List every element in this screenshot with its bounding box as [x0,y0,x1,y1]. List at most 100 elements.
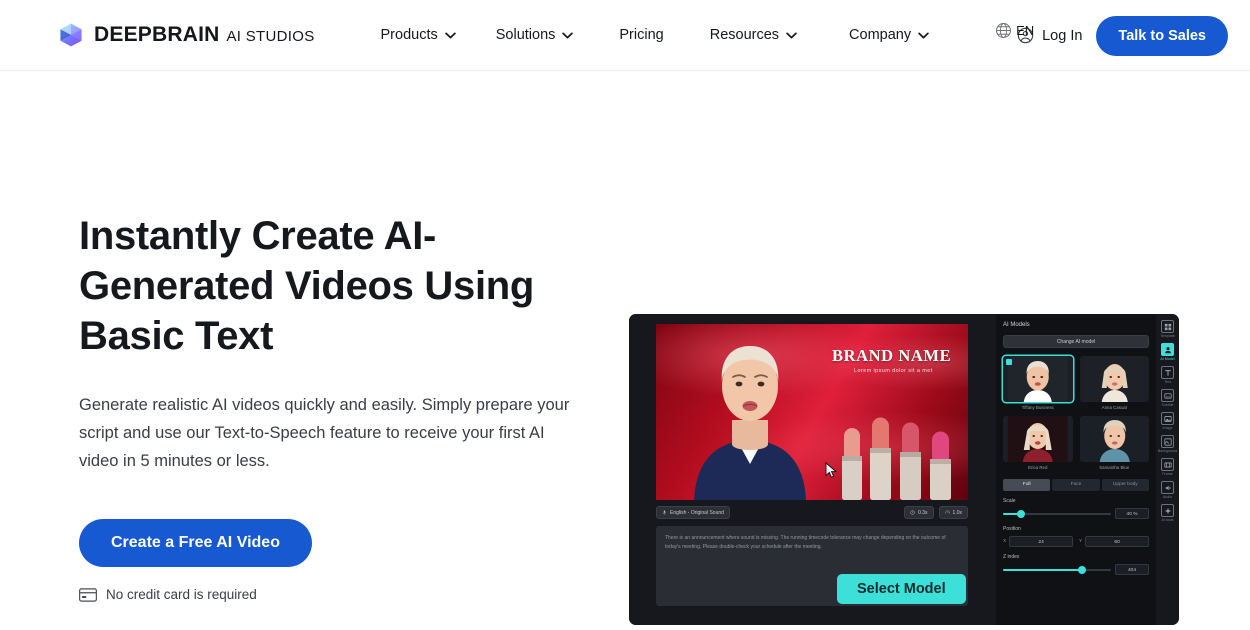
main-navigation: Products Solutions Pricing Resources Com… [377,21,934,49]
audio-icon [1161,481,1174,494]
model-card-0[interactable]: Tiffany Business [1003,356,1073,410]
editor-canvas-area: BRAND NAME Lorem ipsum dolor sit a met E… [629,314,996,625]
language-switcher[interactable]: EN [995,22,1034,39]
rail-item-ai-tools[interactable]: AI tools [1157,504,1178,523]
nav-item-company[interactable]: Company [845,21,933,49]
brand-name: DEEPBRAIN [94,23,220,46]
nav-item-pricing[interactable]: Pricing [615,21,667,49]
scale-slider[interactable] [1003,509,1111,518]
model-avatar-image [1084,416,1145,462]
globe-icon [995,22,1012,39]
hero-copy: Instantly Create AI-Generated Videos Usi… [79,211,599,602]
scale-control: 40 % [1003,508,1149,519]
frame-icon [1161,458,1174,471]
z-index-knob[interactable] [1077,565,1086,574]
z-index-control: 404 [1003,564,1149,575]
z-index-fill [1003,568,1082,571]
credit-card-icon [79,587,97,602]
change-ai-model-button[interactable]: Change AI model [1003,335,1149,348]
talk-to-sales-button[interactable]: Talk to Sales [1096,15,1228,56]
model-card-2[interactable]: Erica Red [1003,416,1073,470]
stage-toolbar: English - Original Sound 0.3s 1.0x [656,504,968,521]
ai-models-panel: AI Models Change AI model Tiffany Busine… [996,314,1156,625]
rail-item-frame[interactable]: Frame [1157,458,1178,477]
ai-model-icon [1161,343,1174,356]
position-label: Position [1003,526,1021,532]
tab-face[interactable]: Face [1052,479,1100,491]
chevron-down-icon [444,32,456,39]
z-index-label: Z index [1003,554,1020,560]
model-card-3[interactable]: Samantha Blue [1079,416,1149,470]
rail-label-template: Template [1160,334,1175,338]
z-index-slider[interactable] [1003,565,1111,574]
product-mockup: BRAND NAME Lorem ipsum dolor sit a met E… [629,314,1179,625]
position-control: X 24 Y 60 [1003,536,1149,547]
rail-item-subtitle[interactable]: Subtitle [1157,389,1178,408]
nav-item-solutions[interactable]: Solutions [492,21,578,49]
rail-label-ai-tools: AI tools [1161,518,1174,522]
duration-chip[interactable]: 0.3s [904,506,934,519]
no-credit-card-note: No credit card is required [79,587,599,602]
rail-item-audio[interactable]: Audio [1157,481,1178,500]
chevron-down-icon [918,32,929,39]
tab-full[interactable]: Full [1003,479,1051,491]
model-thumbnail [1003,356,1073,402]
ai-tools-icon [1161,504,1174,517]
view-mode-tabs: Full Face Upper body [1003,479,1149,491]
position-x-input[interactable]: 24 [1009,536,1073,547]
scale-value[interactable]: 40 % [1115,508,1149,519]
position-x-field: X 24 [1003,536,1073,547]
position-y-axis-label: Y [1079,539,1083,544]
panel-title: AI Models [1003,322,1030,328]
stage-brand-title: BRAND NAME [832,346,952,365]
nav-label-company: Company [849,27,912,43]
rail-label-frame: Frame [1162,472,1173,476]
model-avatar-image [1007,416,1068,462]
position-y-input[interactable]: 60 [1085,536,1149,547]
login-label: Log In [1042,27,1083,44]
duration-label: 0.3s [918,509,928,516]
select-model-button[interactable]: Select Model [837,574,966,604]
speed-icon [944,510,950,515]
hero-subtext: Generate realistic AI videos quickly and… [79,396,570,470]
brand-subname: AI STUDIOS [226,28,315,45]
position-y-field: Y 60 [1079,536,1149,547]
nav-label-pricing: Pricing [619,27,664,43]
tab-upper-body[interactable]: Upper body [1101,479,1149,491]
speed-chip[interactable]: 1.0x [938,506,968,519]
speed-label: 1.0x [952,509,962,516]
clock-icon [910,510,915,515]
create-free-ai-video-button[interactable]: Create a Free AI Video [79,519,312,567]
editor-tool-rail: Template AI Model Text Subtitle Image Ba… [1156,314,1179,625]
model-card-1[interactable]: Anna Casual [1079,356,1149,410]
rail-item-background[interactable]: Background [1157,435,1178,454]
subtitle-icon [1161,389,1174,402]
rail-item-ai-model[interactable]: AI Model [1157,343,1178,362]
rail-item-image[interactable]: Image [1157,412,1178,431]
z-index-value[interactable]: 404 [1115,564,1149,575]
chevron-down-icon [562,32,574,39]
rail-label-audio: Audio [1162,495,1173,499]
nav-label-solutions: Solutions [495,27,556,43]
model-name: Tiffany Business [1021,405,1054,410]
nav-item-resources[interactable]: Resources [706,21,801,49]
video-preview-stage[interactable]: BRAND NAME Lorem ipsum dolor sit a met [656,324,968,500]
rail-label-ai-model: AI Model [1160,357,1175,361]
model-name: Anna Casual [1101,405,1127,410]
text-icon [1161,366,1174,379]
scale-knob[interactable] [1017,509,1026,518]
rail-item-template[interactable]: Template [1157,320,1178,339]
nav-label-products: Products [380,27,438,43]
model-avatar-image [1084,356,1145,402]
language-voice-chip[interactable]: English - Original Sound [656,506,730,519]
model-avatar-image [1007,356,1068,402]
stage-brand-subtitle: Lorem ipsum dolor sit a met [854,368,933,374]
chevron-down-icon [786,32,797,39]
nav-item-products[interactable]: Products [377,21,460,49]
rail-item-text[interactable]: Text [1157,366,1178,385]
no-credit-card-label: No credit card is required [106,587,257,602]
brand-logo[interactable]: DEEPBRAIN AI STUDIOS [58,22,315,48]
page-title: Instantly Create AI-Generated Videos Usi… [79,214,535,358]
background-icon [1161,435,1174,448]
selected-check-icon [1006,359,1012,365]
